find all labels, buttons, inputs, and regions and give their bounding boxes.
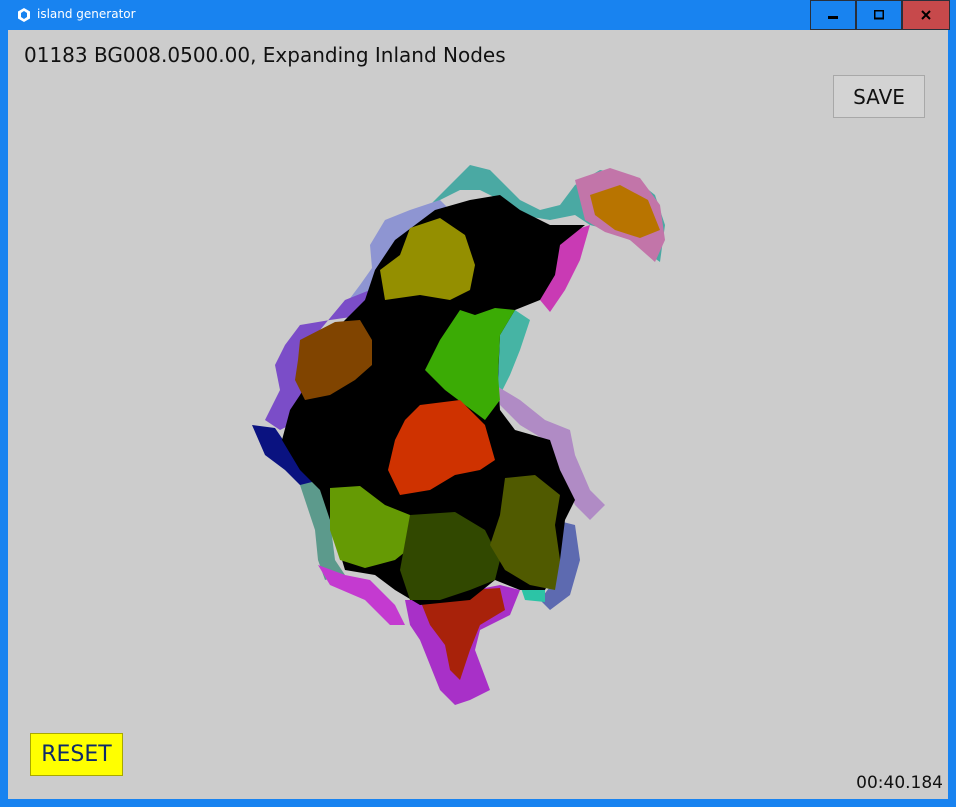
close-icon — [921, 10, 931, 20]
close-button[interactable] — [902, 0, 950, 30]
title-bar[interactable]: island generator — [0, 0, 956, 30]
reset-button[interactable]: RESET — [30, 733, 123, 776]
minimize-icon — [828, 16, 838, 19]
island-map — [252, 165, 665, 705]
window-title: island generator — [37, 7, 136, 21]
elapsed-timer: 00:40.184 — [856, 773, 943, 793]
app-window: island generator 01183 BG008.0500.00, Ex… — [0, 0, 956, 807]
maximize-button[interactable] — [856, 0, 902, 30]
game-viewport[interactable]: 01183 BG008.0500.00, Expanding Inland No… — [8, 30, 948, 799]
unity-icon — [18, 8, 30, 22]
minimize-button[interactable] — [810, 0, 856, 30]
maximize-icon — [874, 10, 884, 20]
